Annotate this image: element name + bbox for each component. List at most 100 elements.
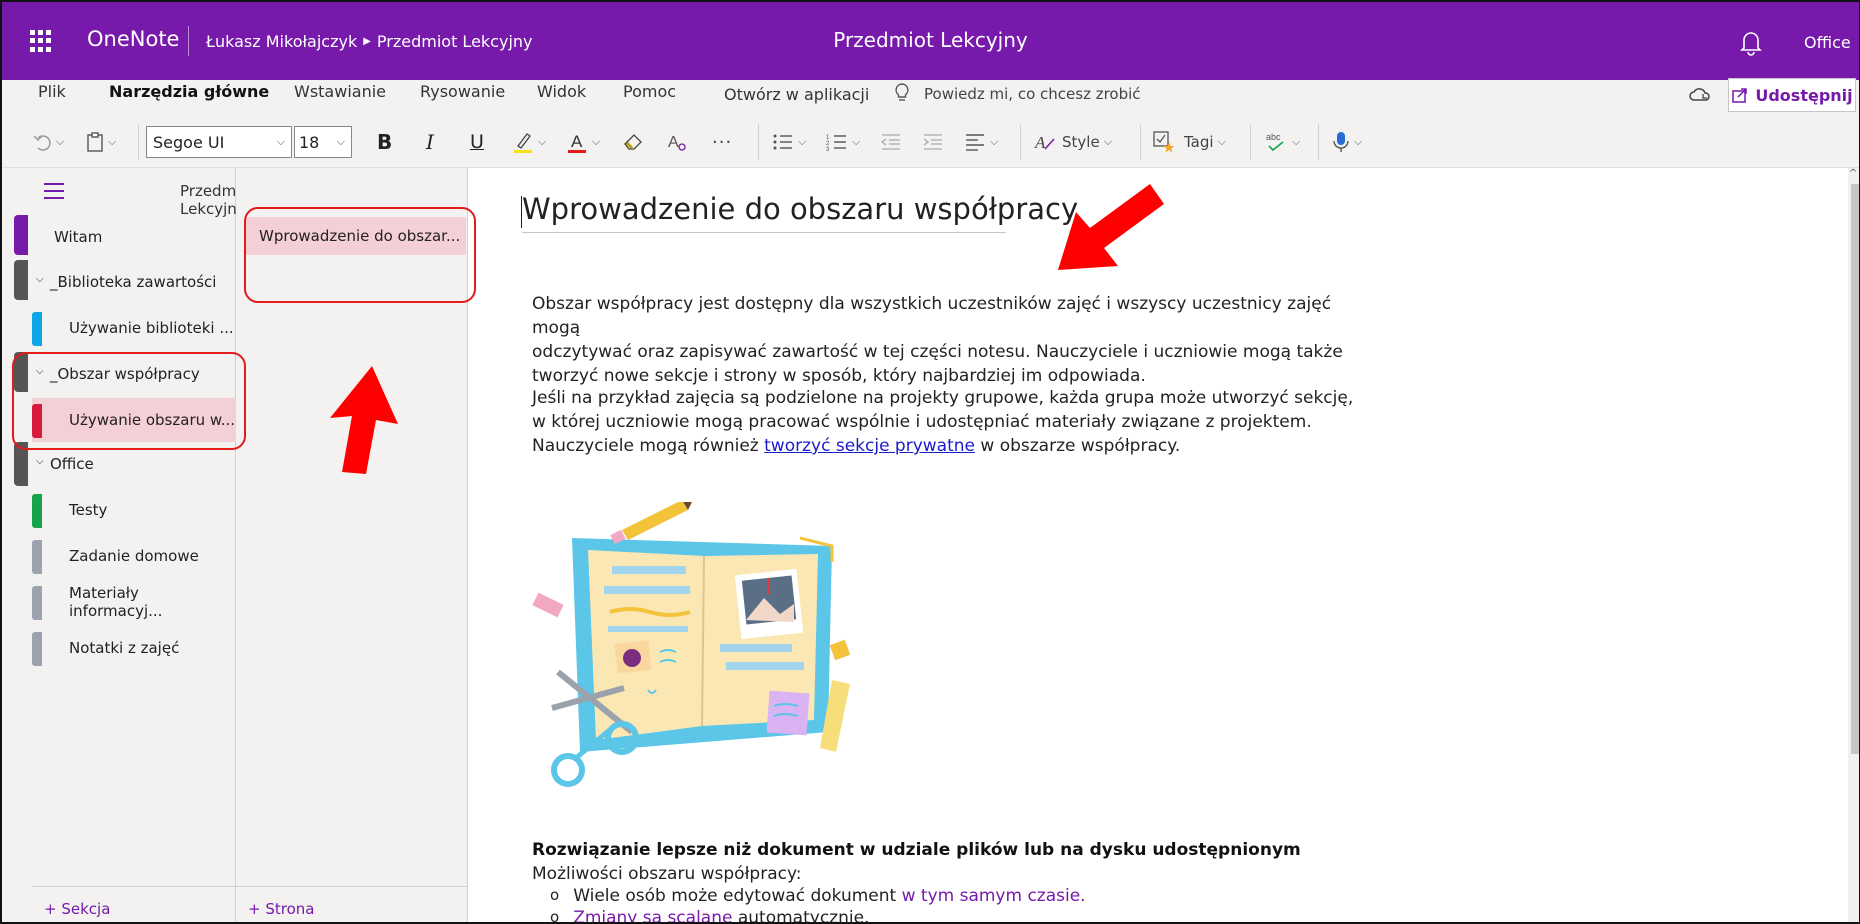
app-name[interactable]: OneNote — [87, 27, 179, 51]
title-bar: OneNote Łukasz Mikołajczyk ▶ Przedmiot L… — [2, 2, 1859, 80]
lightbulb-icon — [895, 83, 909, 101]
underline-button[interactable]: U — [470, 126, 484, 158]
undo-button[interactable]: ⌵ — [32, 126, 64, 158]
list-item[interactable]: o Zmiany są scalane automatycznie. — [550, 908, 869, 924]
tab-view[interactable]: Widok — [537, 82, 586, 101]
tab-help[interactable]: Pomoc — [623, 82, 676, 101]
section-color-bar — [32, 494, 42, 528]
list-item-highlight: w tym samym czasie. — [901, 886, 1086, 906]
chevron-right-icon: ▶ — [363, 36, 371, 47]
section-testy[interactable]: Testy — [32, 488, 236, 532]
paragraph-line: Obszar współpracy jest dostępny dla wszy… — [532, 294, 1332, 338]
notebook-tab-dark[interactable] — [14, 352, 28, 392]
more-formatting-button[interactable]: ··· — [712, 126, 732, 158]
toolbar-separator — [1318, 124, 1319, 160]
chevron-down-icon: ⌵ — [276, 135, 285, 148]
chevron-down-icon: ⌵ — [1292, 135, 1301, 148]
font-size-select[interactable]: 18 ⌵ — [294, 126, 352, 158]
hamburger-icon[interactable] — [44, 183, 64, 204]
tell-me-input[interactable]: Powiedz mi, co chcesz zrobić — [924, 85, 1141, 103]
notebook-tab-dark[interactable] — [14, 260, 28, 300]
cloud-sync-icon[interactable] — [1688, 84, 1712, 104]
styles-button[interactable]: A Style ⌵ — [1034, 126, 1112, 158]
microphone-icon — [1333, 132, 1349, 152]
add-page-button[interactable]: + Strona — [248, 900, 314, 918]
private-sections-link[interactable]: tworzyć sekcje prywatne — [764, 436, 975, 456]
breadcrumb-notebook[interactable]: Przedmiot Lekcyjny — [377, 32, 533, 51]
spelling-button[interactable]: abc ⌵ — [1264, 126, 1300, 158]
italic-button[interactable]: I — [426, 126, 434, 158]
breadcrumb: Łukasz Mikołajczyk ▶ Przedmiot Lekcyjny — [206, 32, 533, 51]
section-color-bar — [32, 404, 42, 438]
numbering-button[interactable]: 123 ⌵ — [826, 126, 860, 158]
align-left-icon — [966, 134, 984, 151]
toolbar-separator — [1250, 124, 1251, 160]
notebook-illustration — [532, 502, 851, 787]
tab-plik[interactable]: Plik — [38, 82, 66, 101]
bold-button[interactable]: B — [377, 126, 392, 158]
chevron-down-icon[interactable]: ⌵ — [36, 456, 44, 467]
section-group-label: Office — [50, 455, 94, 473]
toolbar-separator — [758, 124, 759, 160]
paragraph-intro[interactable]: Obszar współpracy jest dostępny dla wszy… — [532, 292, 1362, 388]
app-launcher-icon[interactable] — [30, 30, 52, 52]
tab-home[interactable]: Narzędzia główne — [109, 82, 269, 101]
toolbar-separator — [1140, 124, 1141, 160]
section-group-office[interactable]: ⌵ Office — [32, 442, 236, 486]
paragraph-example[interactable]: Jeśli na przykład zajęcia są podzielone … — [532, 386, 1362, 458]
section-label: Notatki z zajęć — [69, 639, 180, 657]
section-uzywanie-biblioteki[interactable]: Używanie biblioteki ... — [32, 306, 236, 350]
share-button[interactable]: Udostępnij — [1728, 78, 1856, 112]
dictate-button[interactable]: ⌵ — [1332, 126, 1362, 158]
notebook-tab-purple[interactable] — [14, 215, 28, 255]
chevron-down-icon: ⌵ — [1354, 135, 1363, 148]
section-witam[interactable]: Witam — [32, 215, 236, 259]
title-separator — [188, 26, 189, 56]
toolbar-separator — [1020, 124, 1021, 160]
font-color-button[interactable]: A ⌵ — [566, 126, 600, 158]
possibilities-text[interactable]: Możliwości obszaru współpracy: — [532, 864, 802, 884]
bullets-button[interactable]: ⌵ — [772, 126, 806, 158]
notebook-tab-dark[interactable] — [14, 442, 28, 486]
section-notatki[interactable]: Notatki z zajęć — [32, 626, 236, 670]
page-item-wprowadzenie[interactable]: Wprowadzenie do obszar... — [246, 217, 466, 255]
alignment-button[interactable]: ⌵ — [964, 126, 998, 158]
section-materialy[interactable]: Materiały informacyj... — [32, 580, 236, 624]
section-uzywanie-obszaru[interactable]: Używanie obszaru w... — [32, 398, 236, 442]
tags-button[interactable]: Tagi ⌵ — [1152, 126, 1226, 158]
tab-draw[interactable]: Rysowanie — [420, 82, 505, 101]
highlight-button[interactable]: ⌵ — [512, 126, 546, 158]
paragraph-line: Jeśli na przykład zajęcia są podzielone … — [532, 388, 1354, 408]
page-title[interactable]: Wprowadzenie do obszaru współpracy — [522, 192, 1078, 233]
section-label: Witam — [54, 228, 103, 246]
scroll-up-arrow-icon[interactable]: ^ — [1849, 168, 1857, 179]
font-family-select[interactable]: Segoe UI ⌵ — [146, 126, 292, 158]
chevron-down-icon[interactable]: ⌵ — [36, 274, 44, 285]
share-label: Udostępnij — [1755, 85, 1853, 105]
text-style-button[interactable]: A — [666, 126, 688, 158]
tags-label: Tagi — [1184, 133, 1214, 151]
tab-insert[interactable]: Wstawianie — [294, 82, 386, 101]
nav-header: Przedmiot Lekcyjny — [2, 168, 255, 218]
section-group-label: _Obszar współpracy — [50, 365, 200, 383]
merge-changes-link[interactable]: Zmiany są scalane — [573, 908, 732, 922]
chevron-down-icon: ⌵ — [798, 135, 807, 148]
section-group-obszar[interactable]: ⌵ _Obszar współpracy — [32, 352, 236, 396]
breadcrumb-user[interactable]: Łukasz Mikołajczyk — [206, 32, 357, 51]
chevron-down-icon[interactable]: ⌵ — [36, 366, 44, 377]
list-item[interactable]: o Wiele osób może edytować dokument w ty… — [550, 886, 1086, 906]
section-zadanie-domowe[interactable]: Zadanie domowe — [32, 534, 236, 578]
open-in-app-button[interactable]: Otwórz w aplikacji — [724, 85, 869, 104]
section-group-biblioteka[interactable]: ⌵ _Biblioteka zawartości — [32, 260, 236, 304]
increase-indent-button[interactable] — [922, 126, 944, 158]
decrease-indent-button[interactable] — [880, 126, 902, 158]
bell-icon[interactable] — [1739, 28, 1763, 56]
scrollbar-thumb[interactable] — [1851, 184, 1859, 754]
bullet-circle-icon: o — [550, 908, 560, 924]
office-link[interactable]: Office — [1804, 33, 1851, 52]
add-section-button[interactable]: + Sekcja — [44, 900, 110, 918]
clipboard-button[interactable]: ⌵ — [86, 126, 116, 158]
clear-formatting-button[interactable] — [622, 126, 644, 158]
content-heading[interactable]: Rozwiązanie lepsze niż dokument w udzial… — [532, 840, 1301, 860]
outdent-icon — [880, 134, 900, 150]
